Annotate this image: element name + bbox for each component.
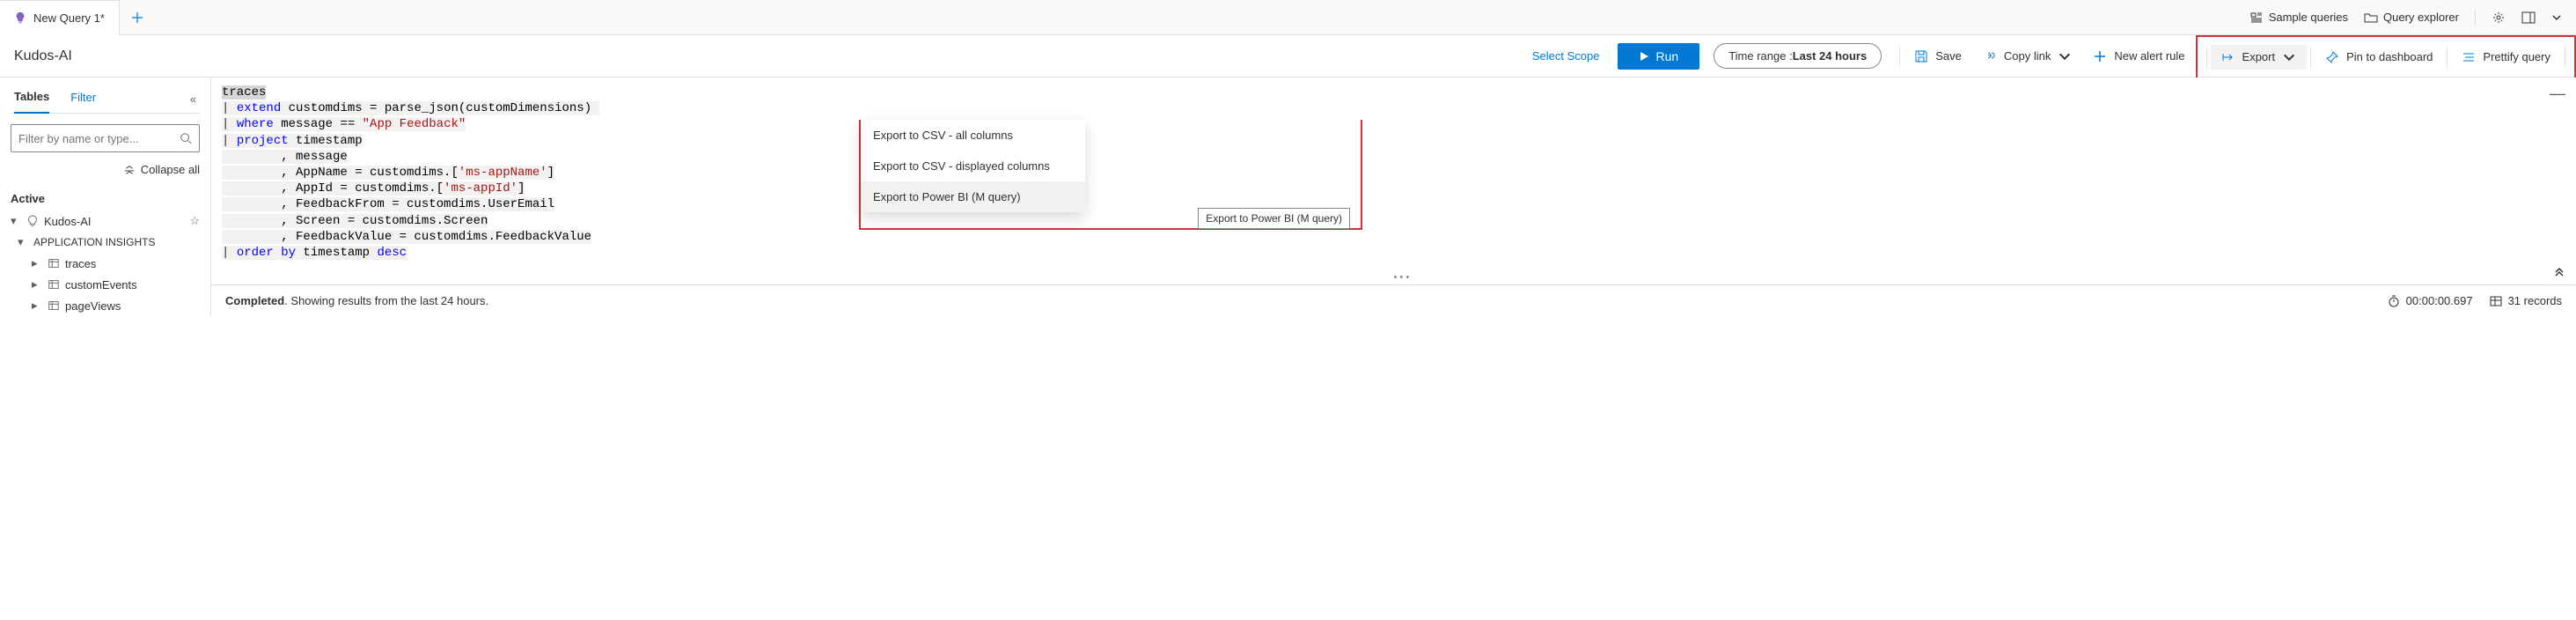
pin-icon (2325, 50, 2339, 64)
export-menu: Export to CSV - all columns Export to CS… (861, 120, 1085, 212)
prettify-button[interactable]: Prettify query (2451, 45, 2561, 70)
export-csv-all[interactable]: Export to CSV - all columns (861, 120, 1085, 151)
collapse-icon (123, 164, 136, 176)
query-explorer-button[interactable]: Query explorer (2364, 11, 2459, 25)
divider (2475, 9, 2476, 26)
tooltip: Export to Power BI (M query) (1198, 208, 1350, 229)
editor-collapse-button[interactable]: — (2550, 85, 2565, 103)
workspace-name: Kudos-AI (14, 48, 72, 64)
new-alert-rule-button[interactable]: New alert rule (2082, 44, 2195, 69)
search-input-wrapper[interactable] (11, 124, 200, 152)
export-icon (2221, 50, 2235, 64)
resize-handle[interactable]: • • • (1394, 272, 1410, 283)
table-icon (48, 299, 60, 312)
link-icon (1983, 49, 1997, 63)
tree-section-active: Active (11, 192, 200, 205)
play-icon (1639, 51, 1649, 62)
plus-icon (131, 11, 143, 24)
tree-table-traces[interactable]: ▸ traces (11, 253, 200, 274)
tab-filter[interactable]: Filter (70, 85, 96, 113)
table-icon (48, 278, 60, 291)
tree-table-customevents[interactable]: ▸ customEvents (11, 274, 200, 295)
pin-dashboard-button[interactable]: Pin to dashboard (2315, 45, 2443, 70)
tree-root[interactable]: ▾ Kudos-AI ☆ (11, 210, 200, 232)
status-duration: 00:00:00.697 (2387, 294, 2473, 308)
query-editor[interactable]: traces | extend customdims = parse_json(… (211, 78, 2576, 268)
folder-icon (2364, 11, 2378, 25)
divider (1899, 46, 1900, 67)
collapse-all-button[interactable]: Collapse all (11, 163, 200, 176)
divider (2310, 47, 2311, 68)
chevron-down-icon[interactable] (2551, 12, 2562, 23)
search-input[interactable] (18, 132, 180, 145)
lightbulb-icon (14, 11, 26, 24)
run-button[interactable]: Run (1618, 43, 1700, 70)
tab-tables[interactable]: Tables (14, 85, 49, 114)
divider (2447, 47, 2448, 68)
sample-queries-button[interactable]: Sample queries (2249, 11, 2348, 25)
favorite-button[interactable]: ☆ (189, 214, 200, 228)
copy-link-button[interactable]: Copy link (1972, 44, 2082, 69)
export-csv-displayed[interactable]: Export to CSV - displayed columns (861, 151, 1085, 181)
save-button[interactable]: Save (1904, 44, 1972, 69)
save-icon (1914, 49, 1928, 63)
gear-icon[interactable] (2492, 11, 2506, 25)
list-icon (2249, 11, 2264, 25)
status-text: Completed. Showing results from the last… (225, 294, 488, 307)
export-button[interactable]: Export (2211, 45, 2308, 70)
chevron-down-icon (2282, 50, 2296, 64)
tree-table-pageviews[interactable]: ▸ pageViews (11, 295, 200, 316)
tree-group[interactable]: ▾ APPLICATION INSIGHTS (11, 232, 200, 253)
new-tab-button[interactable] (120, 0, 155, 35)
status-records: 31 records (2489, 294, 2562, 308)
select-scope-link[interactable]: Select Scope (1532, 49, 1600, 63)
tab-new-query[interactable]: New Query 1* (0, 0, 120, 35)
time-range-button[interactable]: Time range : Last 24 hours (1714, 43, 1882, 69)
expand-results-button[interactable] (2553, 264, 2565, 279)
format-icon (2462, 50, 2476, 64)
collapse-sidebar-button[interactable]: « (190, 92, 196, 106)
plus-icon (2093, 49, 2107, 63)
export-powerbi[interactable]: Export to Power BI (M query) (861, 181, 1085, 212)
table-icon (48, 257, 60, 269)
table-icon (2489, 294, 2503, 308)
stopwatch-icon (2387, 294, 2401, 308)
panel-icon[interactable] (2521, 11, 2536, 25)
search-icon (180, 132, 192, 144)
lightbulb-icon (26, 215, 39, 227)
divider (2206, 47, 2207, 68)
chevron-down-icon (2058, 49, 2072, 63)
tab-title: New Query 1* (33, 11, 105, 25)
